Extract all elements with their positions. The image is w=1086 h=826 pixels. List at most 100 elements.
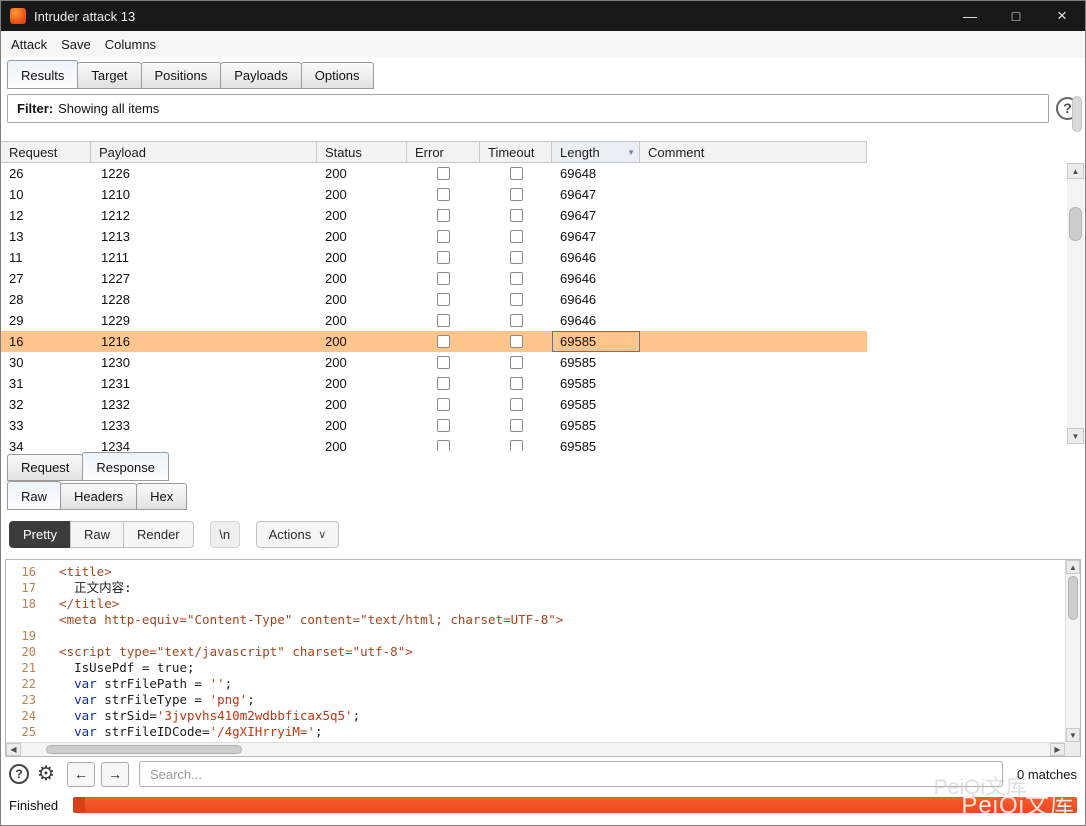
cell-payload: 1212 — [91, 205, 317, 226]
timeout-checkbox[interactable] — [510, 167, 523, 180]
timeout-checkbox[interactable] — [510, 377, 523, 390]
error-checkbox[interactable] — [437, 356, 450, 369]
error-checkbox[interactable] — [437, 314, 450, 327]
cell-error — [407, 268, 480, 289]
error-checkbox[interactable] — [437, 398, 450, 411]
timeout-checkbox[interactable] — [510, 440, 523, 451]
cell-request: 10 — [1, 184, 91, 205]
raw-button[interactable]: Raw — [70, 521, 123, 548]
table-row[interactable]: 10121020069647 — [1, 184, 867, 205]
close-button[interactable]: × — [1039, 1, 1085, 31]
tab-target[interactable]: Target — [77, 62, 141, 89]
render-button[interactable]: Render — [123, 521, 194, 548]
tab-positions[interactable]: Positions — [141, 62, 222, 89]
help-icon[interactable]: ? — [9, 764, 29, 784]
timeout-checkbox[interactable] — [510, 293, 523, 306]
table-row[interactable]: 26122620069648 — [1, 163, 867, 184]
tab-options[interactable]: Options — [301, 62, 374, 89]
editor-horizontal-scrollbar[interactable]: ◀ ▶ — [6, 742, 1065, 756]
error-checkbox[interactable] — [437, 419, 450, 432]
table-row[interactable]: 16121620069585 — [1, 331, 867, 352]
timeout-checkbox[interactable] — [510, 272, 523, 285]
tab-request[interactable]: Request — [7, 454, 83, 481]
timeout-checkbox[interactable] — [510, 335, 523, 348]
editor-vertical-scrollbar[interactable]: ▲ ▼ — [1065, 560, 1080, 742]
table-row[interactable]: 32123220069585 — [1, 394, 867, 415]
previous-match-button[interactable]: ← — [67, 762, 95, 787]
cell-timeout — [480, 310, 552, 331]
tab-response[interactable]: Response — [82, 452, 169, 481]
scroll-up-icon[interactable]: ▲ — [1067, 163, 1084, 179]
table-row[interactable]: 31123120069585 — [1, 373, 867, 394]
tab-payloads[interactable]: Payloads — [220, 62, 301, 89]
error-checkbox[interactable] — [437, 293, 450, 306]
table-row[interactable]: 11121120069646 — [1, 247, 867, 268]
timeout-checkbox[interactable] — [510, 314, 523, 327]
table-row[interactable]: 34123420069585 — [1, 436, 867, 451]
search-input[interactable] — [139, 761, 1003, 787]
error-checkbox[interactable] — [437, 251, 450, 264]
tab-hex[interactable]: Hex — [136, 483, 187, 510]
table-row[interactable]: 28122820069646 — [1, 289, 867, 310]
timeout-checkbox[interactable] — [510, 398, 523, 411]
timeout-checkbox[interactable] — [510, 188, 523, 201]
code-line: 21 IsUsePdf = true; — [6, 660, 1065, 676]
scrollbar-thumb[interactable] — [1068, 576, 1078, 620]
error-checkbox[interactable] — [437, 188, 450, 201]
tab-raw[interactable]: Raw — [7, 481, 61, 510]
code-lines[interactable]: 16 <title>17 正文内容:18 </title> <meta http… — [6, 560, 1065, 742]
menu-columns[interactable]: Columns — [98, 33, 163, 56]
tab-headers[interactable]: Headers — [60, 483, 137, 510]
cell-request: 26 — [1, 163, 91, 184]
table-row[interactable]: 13121320069647 — [1, 226, 867, 247]
error-checkbox[interactable] — [437, 230, 450, 243]
column-header-payload[interactable]: Payload — [91, 142, 317, 162]
scrollbar-thumb[interactable] — [1069, 207, 1082, 241]
error-checkbox[interactable] — [437, 440, 450, 451]
filter-bar[interactable]: Filter: Showing all items — [7, 94, 1049, 123]
table-row[interactable]: 27122720069646 — [1, 268, 867, 289]
timeout-checkbox[interactable] — [510, 230, 523, 243]
menu-attack[interactable]: Attack — [4, 33, 54, 56]
timeout-checkbox[interactable] — [510, 356, 523, 369]
gear-icon[interactable]: ⚙ — [37, 764, 55, 784]
column-header-request[interactable]: Request — [1, 142, 91, 162]
scroll-down-icon[interactable]: ▼ — [1067, 428, 1084, 444]
error-checkbox[interactable] — [437, 377, 450, 390]
error-checkbox[interactable] — [437, 335, 450, 348]
cell-payload: 1229 — [91, 310, 317, 331]
error-checkbox[interactable] — [437, 209, 450, 222]
column-header-length[interactable]: Length ▼ — [552, 142, 640, 162]
scroll-right-icon[interactable]: ▶ — [1050, 743, 1065, 756]
column-header-comment[interactable]: Comment — [640, 142, 867, 162]
timeout-checkbox[interactable] — [510, 209, 523, 222]
scroll-up-icon[interactable]: ▲ — [1066, 560, 1080, 574]
scroll-down-icon[interactable]: ▼ — [1066, 728, 1080, 742]
timeout-checkbox[interactable] — [510, 251, 523, 264]
column-header-status[interactable]: Status — [317, 142, 407, 162]
table-scrollbar[interactable]: ▲ ▼ — [1067, 163, 1084, 444]
scrollbar-thumb[interactable] — [46, 745, 242, 754]
table-row[interactable]: 33123320069585 — [1, 415, 867, 436]
tab-results[interactable]: Results — [7, 60, 78, 89]
newline-toggle-button[interactable]: \n — [210, 521, 240, 548]
error-checkbox[interactable] — [437, 272, 450, 285]
maximize-button[interactable]: □ — [993, 1, 1039, 31]
cell-request: 33 — [1, 415, 91, 436]
view-tabs: Raw Headers Hex — [1, 481, 1085, 510]
error-checkbox[interactable] — [437, 167, 450, 180]
panel-scrollbar-thumb[interactable] — [1072, 96, 1082, 132]
table-row[interactable]: 12121220069647 — [1, 205, 867, 226]
table-row[interactable]: 30123020069585 — [1, 352, 867, 373]
menu-save[interactable]: Save — [54, 33, 98, 56]
timeout-checkbox[interactable] — [510, 419, 523, 432]
actions-button[interactable]: Actions ∨ — [256, 521, 340, 548]
scroll-left-icon[interactable]: ◀ — [6, 743, 21, 756]
column-header-error[interactable]: Error — [407, 142, 480, 162]
pretty-button[interactable]: Pretty — [9, 521, 70, 548]
column-header-timeout[interactable]: Timeout — [480, 142, 552, 162]
table-row[interactable]: 29122920069646 — [1, 310, 867, 331]
minimize-button[interactable]: — — [947, 1, 993, 31]
cell-payload: 1234 — [91, 436, 317, 451]
next-match-button[interactable]: → — [101, 762, 129, 787]
